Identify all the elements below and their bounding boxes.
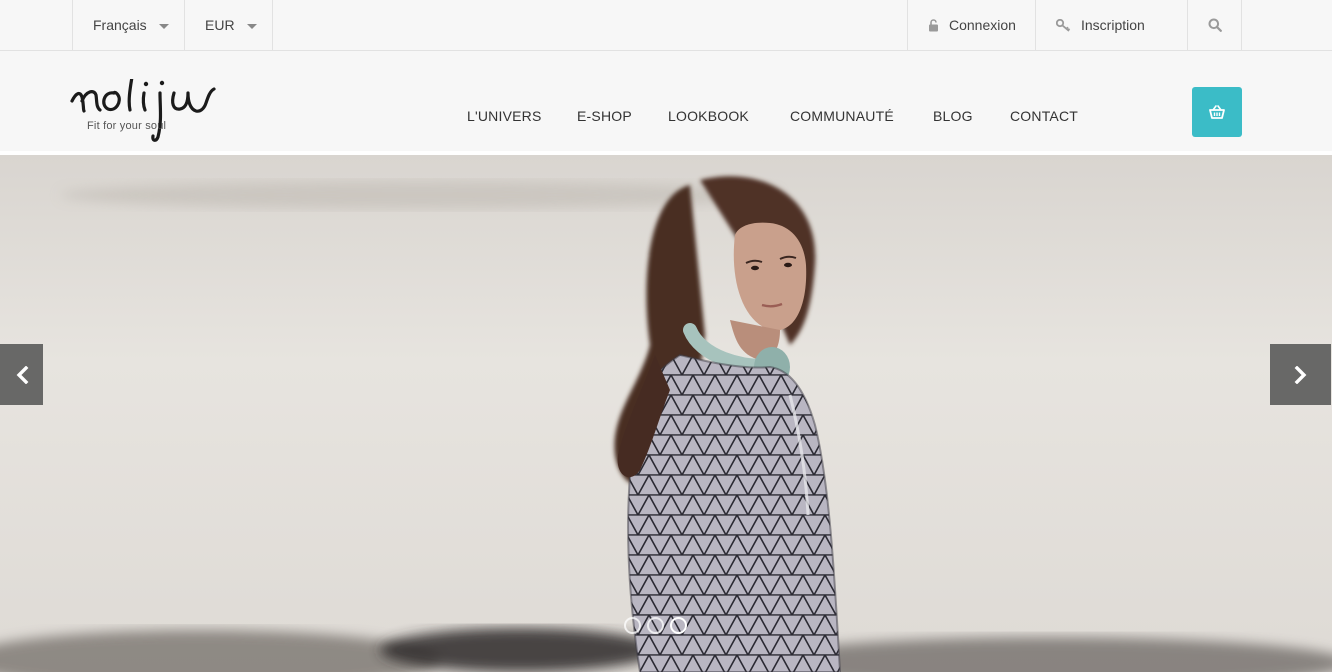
login-label: Connexion: [949, 17, 1016, 33]
search-icon: [1208, 18, 1222, 32]
slider-dot-active[interactable]: [670, 617, 687, 634]
logo-wordmark: [70, 75, 216, 142]
chevron-right-icon: [1294, 365, 1308, 384]
nav-item-communaute[interactable]: COMMUNAUTÉ: [790, 108, 894, 124]
slider-pagination: [624, 617, 687, 634]
brand-logo[interactable]: Fit for your soul: [70, 75, 250, 145]
nav-item-univers[interactable]: L'UNIVERS: [467, 108, 542, 124]
site-header: Fit for your soul L'UNIVERS E-SHOP LOOKB…: [0, 51, 1332, 151]
register-label: Inscription: [1081, 17, 1145, 33]
language-label: Français: [93, 17, 147, 33]
nav-item-eshop[interactable]: E-SHOP: [577, 108, 632, 124]
currency-selector[interactable]: EUR: [184, 0, 273, 50]
chevron-down-icon: [246, 23, 257, 29]
nav-item-blog[interactable]: BLOG: [933, 108, 973, 124]
slider-prev-button[interactable]: [0, 344, 43, 405]
chevron-left-icon: [15, 365, 29, 384]
lock-icon: [928, 18, 939, 32]
basket-icon: [1209, 105, 1225, 119]
login-link[interactable]: Connexion: [907, 0, 1036, 50]
register-link[interactable]: Inscription: [1035, 0, 1188, 50]
logo-tagline: Fit for your soul: [87, 120, 167, 132]
chevron-down-icon: [158, 23, 169, 29]
cart-button[interactable]: [1192, 87, 1242, 137]
nav-item-lookbook[interactable]: LOOKBOOK: [668, 108, 749, 124]
language-selector[interactable]: Français: [72, 0, 185, 50]
slider-dot[interactable]: [647, 617, 664, 634]
hero-image: [0, 155, 1332, 672]
slider-dot[interactable]: [624, 617, 641, 634]
top-utility-bar: Français EUR Connexion Inscription: [0, 0, 1332, 51]
key-icon: [1056, 18, 1071, 32]
search-button[interactable]: [1187, 0, 1242, 50]
currency-label: EUR: [205, 17, 235, 33]
hero-slider: [0, 155, 1332, 672]
nav-item-contact[interactable]: CONTACT: [1010, 108, 1078, 124]
slider-next-button[interactable]: [1270, 344, 1331, 405]
